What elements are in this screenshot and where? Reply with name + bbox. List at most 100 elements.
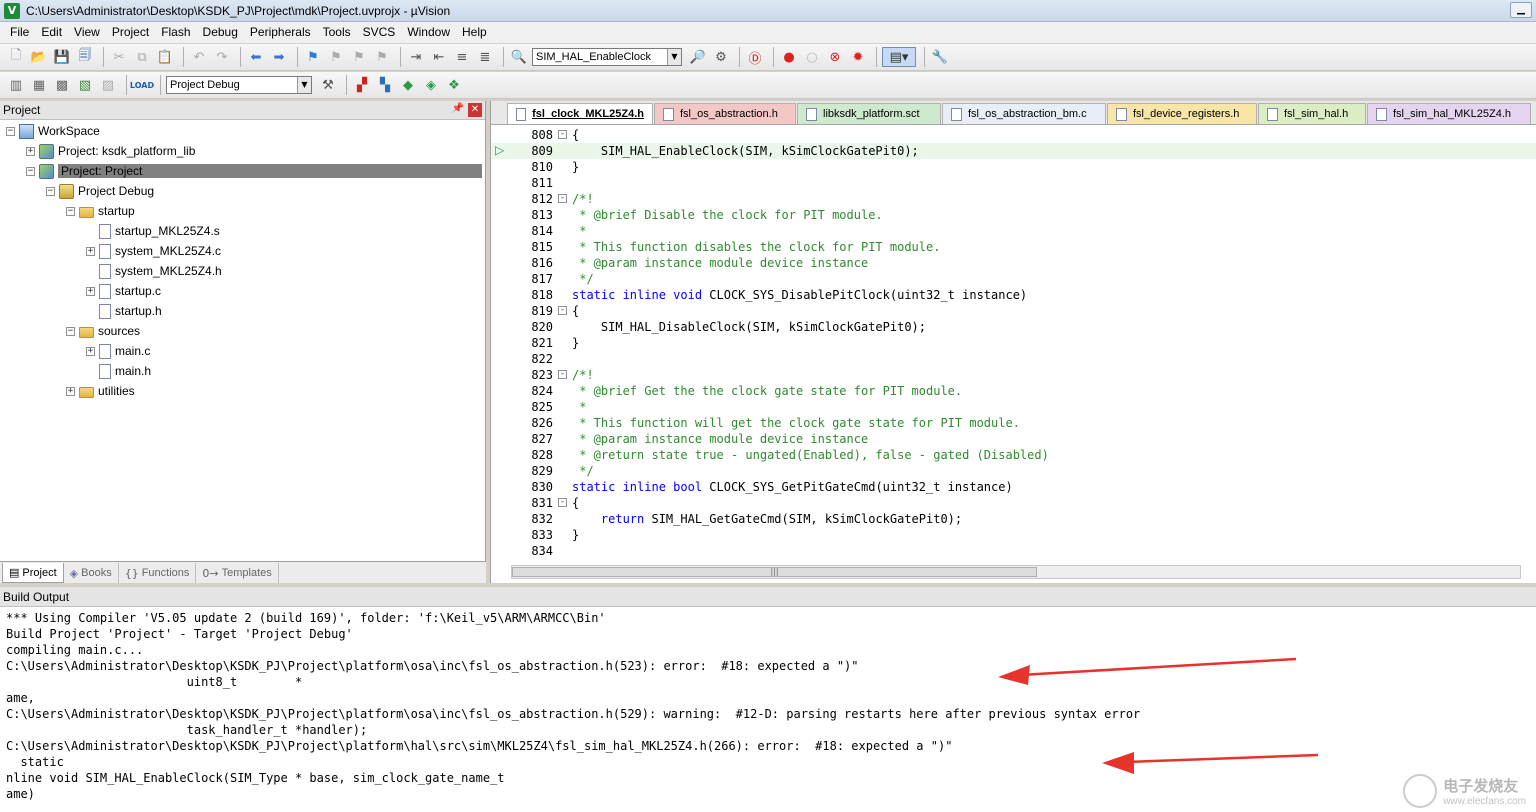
- tree-item-project[interactable]: − Project: Project: [26, 162, 482, 180]
- menu-svcs[interactable]: SVCS: [357, 22, 402, 43]
- fold-collapse-icon[interactable]: -: [558, 306, 567, 315]
- save-icon[interactable]: 💾: [52, 47, 72, 67]
- expand-icon[interactable]: +: [26, 146, 35, 156]
- tree-item-target[interactable]: − Project Debug: [46, 182, 154, 200]
- find-in-files-icon[interactable]: 🔍: [509, 47, 529, 67]
- tree-item-project-lib[interactable]: + Project: ksdk_platform_lib: [26, 142, 195, 160]
- code-line[interactable]: 831-{: [491, 495, 1536, 511]
- code-line[interactable]: 808-{: [491, 127, 1536, 143]
- code-area[interactable]: 808-{▷ 809 SIM_HAL_EnableClock(SIM, kSimC…: [491, 125, 1536, 557]
- tab-fsl-os-abstraction-h[interactable]: fsl_os_abstraction.h: [654, 103, 796, 124]
- navigate-back-icon[interactable]: ⬅: [246, 47, 266, 67]
- tree-item-file[interactable]: system_MKL25Z4.h: [86, 262, 222, 280]
- batch-build-icon[interactable]: ▧: [75, 75, 95, 95]
- code-line[interactable]: 818 static inline void CLOCK_SYS_DisableP…: [491, 287, 1536, 303]
- translate-icon[interactable]: ▥: [6, 75, 26, 95]
- paste-icon[interactable]: 📋: [155, 47, 175, 67]
- tree-item-file[interactable]: main.h: [86, 362, 151, 380]
- function-combo[interactable]: SIM_HAL_EnableClock ▼: [532, 48, 682, 66]
- close-icon[interactable]: ✕: [468, 103, 482, 117]
- code-line[interactable]: 822: [491, 351, 1536, 367]
- code-line[interactable]: ▷ 809 SIM_HAL_EnableClock(SIM, kSimClockG…: [491, 143, 1536, 159]
- tab-fsl-os-abstraction-bm[interactable]: fsl_os_abstraction_bm.c: [942, 103, 1106, 124]
- tab-fsl-sim-hal[interactable]: fsl_sim_hal.h: [1258, 103, 1366, 124]
- tab-templates[interactable]: 0→ Templates: [196, 563, 279, 583]
- load-flash-icon[interactable]: LOAD: [130, 75, 154, 95]
- tab-fsl-sim-hal-mkl25z4[interactable]: fsl_sim_hal_MKL25Z4.h: [1367, 103, 1531, 124]
- code-line[interactable]: 823-/*!: [491, 367, 1536, 383]
- tab-books[interactable]: ◈ Books: [64, 563, 119, 583]
- build-output-text[interactable]: *** Using Compiler 'V5.05 update 2 (buil…: [0, 607, 1536, 812]
- code-line[interactable]: 810}: [491, 159, 1536, 175]
- target-combo[interactable]: Project Debug ▼: [166, 76, 312, 94]
- code-line[interactable]: 828 * @return state true - ungated(Enabl…: [491, 447, 1536, 463]
- code-line[interactable]: 817 */: [491, 271, 1536, 287]
- code-line[interactable]: 830 static inline bool CLOCK_SYS_GetPitGa…: [491, 479, 1536, 495]
- configure-icon[interactable]: 🔧: [930, 47, 950, 67]
- tree-item-group-utilities[interactable]: + utilities: [66, 382, 135, 400]
- comment-icon[interactable]: ≡: [452, 47, 472, 67]
- fold-collapse-icon[interactable]: -: [558, 370, 567, 379]
- breakpoint-insert-icon[interactable]: ●: [779, 47, 799, 67]
- redo-icon[interactable]: ↷: [212, 47, 232, 67]
- bookmark-prev-icon[interactable]: ⚑: [326, 47, 346, 67]
- code-line[interactable]: 832 return SIM_HAL_GetGateCmd(SIM, kSimC…: [491, 511, 1536, 527]
- fold-collapse-icon[interactable]: -: [558, 498, 567, 507]
- breakpoint-disable-all-icon[interactable]: ⊗: [825, 47, 845, 67]
- code-line[interactable]: 813 * @brief Disable the clock for PIT m…: [491, 207, 1536, 223]
- code-line[interactable]: 827 * @param instance module device inst…: [491, 431, 1536, 447]
- expand-icon[interactable]: +: [86, 246, 95, 256]
- code-line[interactable]: 811: [491, 175, 1536, 191]
- window-layout-icon[interactable]: ▤▾: [882, 47, 916, 67]
- expand-icon[interactable]: +: [86, 346, 95, 356]
- code-line[interactable]: 834: [491, 543, 1536, 557]
- breakpoint-enable-icon[interactable]: ○: [802, 47, 822, 67]
- uncomment-icon[interactable]: ≣: [475, 47, 495, 67]
- expand-icon[interactable]: +: [66, 386, 75, 396]
- tab-libksdk-platform-sct[interactable]: libksdk_platform.sct: [797, 103, 941, 124]
- minimize-icon[interactable]: ▁: [1510, 2, 1532, 18]
- code-line[interactable]: 825 *: [491, 399, 1536, 415]
- chevron-down-icon[interactable]: ▼: [297, 77, 311, 93]
- collapse-icon[interactable]: −: [46, 186, 55, 196]
- new-file-icon[interactable]: 🗋: [6, 47, 26, 67]
- tree-item-file[interactable]: + main.c: [86, 342, 150, 360]
- menu-project[interactable]: Project: [106, 22, 155, 43]
- code-line[interactable]: 819-{: [491, 303, 1536, 319]
- menu-flash[interactable]: Flash: [155, 22, 196, 43]
- scrollbar-thumb[interactable]: |||: [512, 567, 1037, 577]
- pin-icon[interactable]: 📌: [452, 103, 464, 117]
- tree-item-group-startup[interactable]: − startup: [66, 202, 135, 220]
- stop-build-icon[interactable]: ▨: [98, 75, 118, 95]
- menu-help[interactable]: Help: [456, 22, 493, 43]
- code-line[interactable]: 820 SIM_HAL_DisableClock(SIM, kSimClockG…: [491, 319, 1536, 335]
- menu-debug[interactable]: Debug: [197, 22, 244, 43]
- menu-tools[interactable]: Tools: [317, 22, 357, 43]
- tree-item-group-sources[interactable]: − sources: [66, 322, 140, 340]
- unindent-icon[interactable]: ⇤: [429, 47, 449, 67]
- find-icon[interactable]: 🔎: [688, 47, 708, 67]
- expand-icon[interactable]: +: [86, 286, 95, 296]
- tab-functions[interactable]: {} Functions: [119, 563, 197, 583]
- tree-item-file[interactable]: startup_MKL25Z4.s: [86, 222, 220, 240]
- tab-project[interactable]: ▤ Project: [2, 563, 64, 583]
- code-line[interactable]: 824 * @brief Get the the clock gate stat…: [491, 383, 1536, 399]
- copy-icon[interactable]: ⧉: [132, 47, 152, 67]
- menu-peripherals[interactable]: Peripherals: [244, 22, 317, 43]
- tree-item-file[interactable]: + system_MKL25Z4.c: [86, 242, 221, 260]
- code-line[interactable]: 815 * This function disables the clock f…: [491, 239, 1536, 255]
- debug-start-icon[interactable]: Ⓓ: [745, 47, 765, 67]
- cut-icon[interactable]: ✂: [109, 47, 129, 67]
- tree-item-file[interactable]: startup.h: [86, 302, 162, 320]
- pack-installer-icon[interactable]: ◈: [421, 75, 441, 95]
- horizontal-scrollbar[interactable]: |||: [511, 565, 1521, 579]
- rte-icon[interactable]: ❖: [444, 75, 464, 95]
- target-options-icon[interactable]: ⚒: [318, 75, 338, 95]
- code-line[interactable]: 812-/*!: [491, 191, 1536, 207]
- code-line[interactable]: 826 * This function will get the clock g…: [491, 415, 1536, 431]
- bookmark-clear-icon[interactable]: ⚑: [372, 47, 392, 67]
- tab-fsl-device-registers[interactable]: fsl_device_registers.h: [1107, 103, 1257, 124]
- collapse-icon[interactable]: −: [26, 166, 35, 176]
- menu-file[interactable]: File: [4, 22, 35, 43]
- build-icon[interactable]: ▦: [29, 75, 49, 95]
